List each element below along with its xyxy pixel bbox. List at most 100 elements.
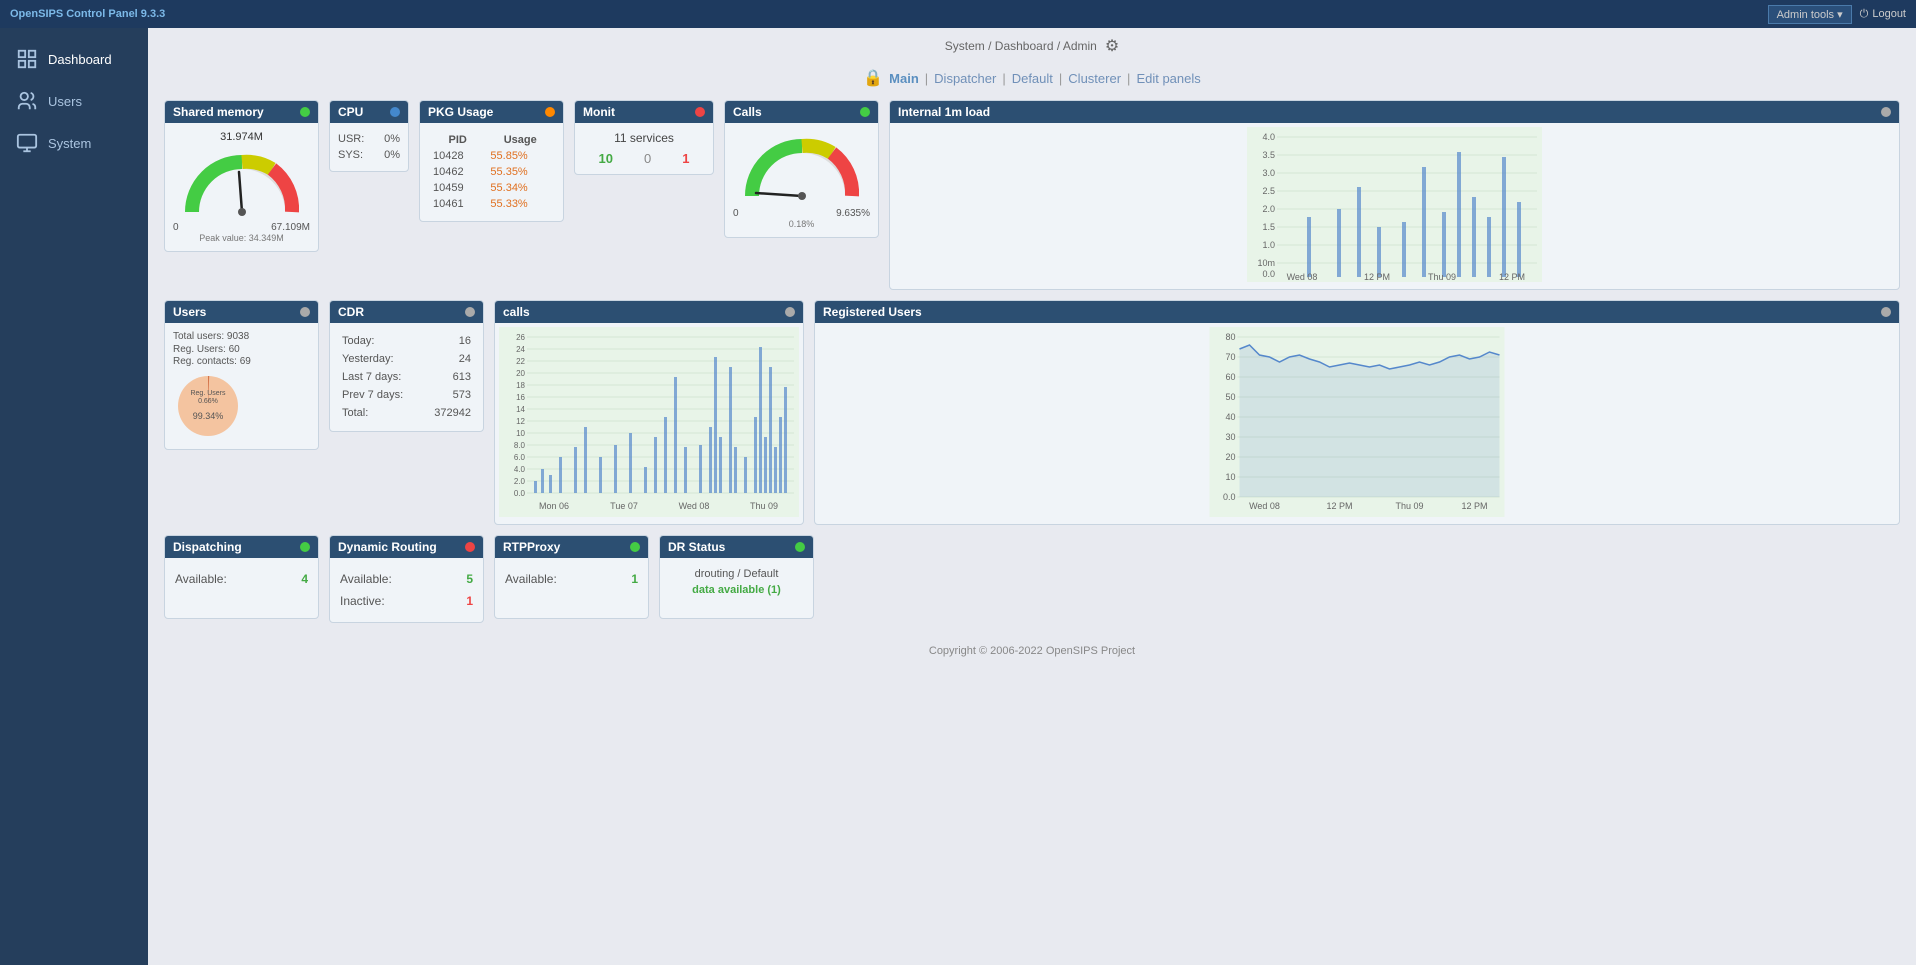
users-reg-users: Reg. Users: 60 — [173, 344, 310, 355]
pkg-row: 1046155.33% — [430, 197, 553, 211]
content-area: System / Dashboard / Admin ⚙ 🔒 Main | Di… — [148, 28, 1916, 965]
monit-red: 1 — [682, 151, 689, 166]
svg-text:99.34%: 99.34% — [193, 411, 224, 421]
monit-counts: 10 0 1 — [583, 151, 705, 166]
svg-text:70: 70 — [1225, 352, 1235, 362]
sidebar-label-dashboard: Dashboard — [48, 52, 112, 67]
registered-users-dot — [1881, 307, 1891, 317]
calls-gauge-widget: Calls — [724, 100, 879, 238]
sidebar-item-system[interactable]: System — [0, 122, 148, 164]
svg-text:4.0: 4.0 — [1262, 132, 1275, 142]
svg-text:0.0: 0.0 — [1262, 269, 1275, 279]
shared-memory-labels: 0 67.109M — [173, 222, 310, 233]
tab-clusterer[interactable]: Clusterer — [1068, 71, 1121, 86]
sidebar-item-users[interactable]: Users — [0, 80, 148, 122]
svg-text:1.5: 1.5 — [1262, 222, 1275, 232]
admin-tools-button[interactable]: Admin tools ▾ — [1768, 5, 1852, 24]
shared-memory-body: 31.974M — [165, 123, 318, 251]
svg-text:3.0: 3.0 — [1262, 168, 1275, 178]
internal-load-dot — [1881, 107, 1891, 117]
svg-text:12 PM: 12 PM — [1364, 272, 1390, 282]
svg-text:Thu 09: Thu 09 — [1395, 501, 1423, 511]
dynamic-routing-header: Dynamic Routing — [330, 536, 483, 558]
breadcrumb: System / Dashboard / Admin — [945, 39, 1097, 53]
users-body: Total users: 9038 Reg. Users: 60 Reg. co… — [165, 323, 318, 449]
cdr-table: Today:16Yesterday:24Last 7 days:613Prev … — [338, 331, 475, 423]
users-reg-contacts: Reg. contacts: 69 — [173, 356, 310, 367]
svg-text:26: 26 — [516, 333, 525, 342]
svg-text:Reg. Users: Reg. Users — [190, 390, 226, 397]
cpu-sys-row: SYS: 0% — [338, 147, 400, 163]
dispatching-body: Available: 4 — [165, 558, 318, 618]
pkg-col-pid: PID — [430, 133, 485, 147]
svg-text:Tue 07: Tue 07 — [610, 501, 638, 511]
settings-button[interactable]: ⚙ — [1105, 36, 1119, 56]
calls-needle-val: 0.18% — [733, 219, 870, 229]
dr-status-widget: DR Status drouting / Default data availa… — [659, 535, 814, 619]
dispatching-dot — [300, 542, 310, 552]
tab-edit-panels[interactable]: Edit panels — [1136, 71, 1200, 86]
row3: Dispatching Available: 4 Dynamic Routing — [164, 535, 1900, 623]
power-icon: ⏻ — [1860, 8, 1869, 21]
cpu-header: CPU — [330, 101, 408, 123]
svg-text:10: 10 — [516, 429, 525, 438]
svg-text:Wed 08: Wed 08 — [679, 501, 710, 511]
topbar: OpenSIPS Control Panel 9.3.3 Admin tools… — [0, 0, 1916, 28]
calls-chart-header: calls — [495, 301, 803, 323]
svg-text:20: 20 — [516, 369, 525, 378]
cdr-row: Total:372942 — [340, 405, 473, 421]
svg-text:18: 18 — [516, 381, 525, 390]
pkg-row: 1042855.85% — [430, 149, 553, 163]
monit-services: 11 services — [583, 131, 705, 145]
svg-text:20: 20 — [1225, 452, 1235, 462]
shared-memory-gauge — [173, 147, 310, 220]
sidebar: Dashboard Users System — [0, 28, 148, 965]
users-total: Total users: 9038 — [173, 331, 310, 342]
pkg-col-usage: Usage — [487, 133, 553, 147]
rtpproxy-widget: RTPProxy Available: 1 — [494, 535, 649, 619]
internal-load-header: Internal 1m load — [890, 101, 1899, 123]
system-icon — [16, 132, 38, 154]
sidebar-label-system: System — [48, 136, 91, 151]
dynamic-routing-widget: Dynamic Routing Available: 5 Inactive: 1 — [329, 535, 484, 623]
dr-status-body: drouting / Default data available (1) — [660, 558, 813, 618]
internal-load-widget: Internal 1m load — [889, 100, 1900, 290]
rtpproxy-header: RTPProxy — [495, 536, 648, 558]
tab-main[interactable]: Main — [889, 71, 919, 86]
rtpproxy-body: Available: 1 — [495, 558, 648, 618]
monit-status-dot — [695, 107, 705, 117]
dynamic-routing-dot — [465, 542, 475, 552]
users-pie-area: 99.34% Reg. Users 0.66% — [173, 371, 310, 441]
cdr-dot — [465, 307, 475, 317]
sidebar-item-dashboard[interactable]: Dashboard — [0, 38, 148, 80]
calls-labels: 0 9.635% — [733, 208, 870, 219]
users-dot — [300, 307, 310, 317]
row1: Shared memory 31.974M — [164, 100, 1900, 290]
pkg-usage-widget: PKG Usage PID Usage 1042855.85%1046255 — [419, 100, 564, 222]
registered-users-header: Registered Users — [815, 301, 1899, 323]
tab-default[interactable]: Default — [1012, 71, 1053, 86]
dynrouting-inactive: Inactive: 1 — [338, 590, 475, 612]
logout-button[interactable]: ⏻ Logout — [1860, 8, 1906, 21]
pkg-usage-body: PID Usage 1042855.85% 1046255.35% 1045955.… — [420, 123, 563, 221]
shared-memory-status-dot — [300, 107, 310, 117]
pkg-row: 1045955.34% — [430, 181, 553, 195]
cpu-body: USR: 0% SYS: 0% — [330, 123, 408, 171]
shared-memory-header: Shared memory — [165, 101, 318, 123]
tab-dispatcher[interactable]: Dispatcher — [934, 71, 996, 86]
svg-text:12 PM: 12 PM — [1326, 501, 1352, 511]
svg-text:50: 50 — [1225, 392, 1235, 402]
svg-text:2.0: 2.0 — [514, 477, 526, 486]
cdr-widget: CDR Today:16Yesterday:24Last 7 days:613P… — [329, 300, 484, 432]
row2: Users Total users: 9038 Reg. Users: 60 R… — [164, 300, 1900, 525]
app-title: OpenSIPS Control Panel 9.3.3 — [10, 8, 165, 20]
svg-text:60: 60 — [1225, 372, 1235, 382]
calls-gauge — [733, 131, 870, 206]
dr-status-header: DR Status — [660, 536, 813, 558]
shared-memory-widget: Shared memory 31.974M — [164, 100, 319, 252]
pkg-row: 1046255.35% — [430, 165, 553, 179]
svg-text:Thu 09: Thu 09 — [750, 501, 778, 511]
monit-widget: Monit 11 services 10 0 1 — [574, 100, 714, 175]
topbar-right: Admin tools ▾ ⏻ Logout — [1768, 5, 1906, 24]
users-widget: Users Total users: 9038 Reg. Users: 60 R… — [164, 300, 319, 450]
